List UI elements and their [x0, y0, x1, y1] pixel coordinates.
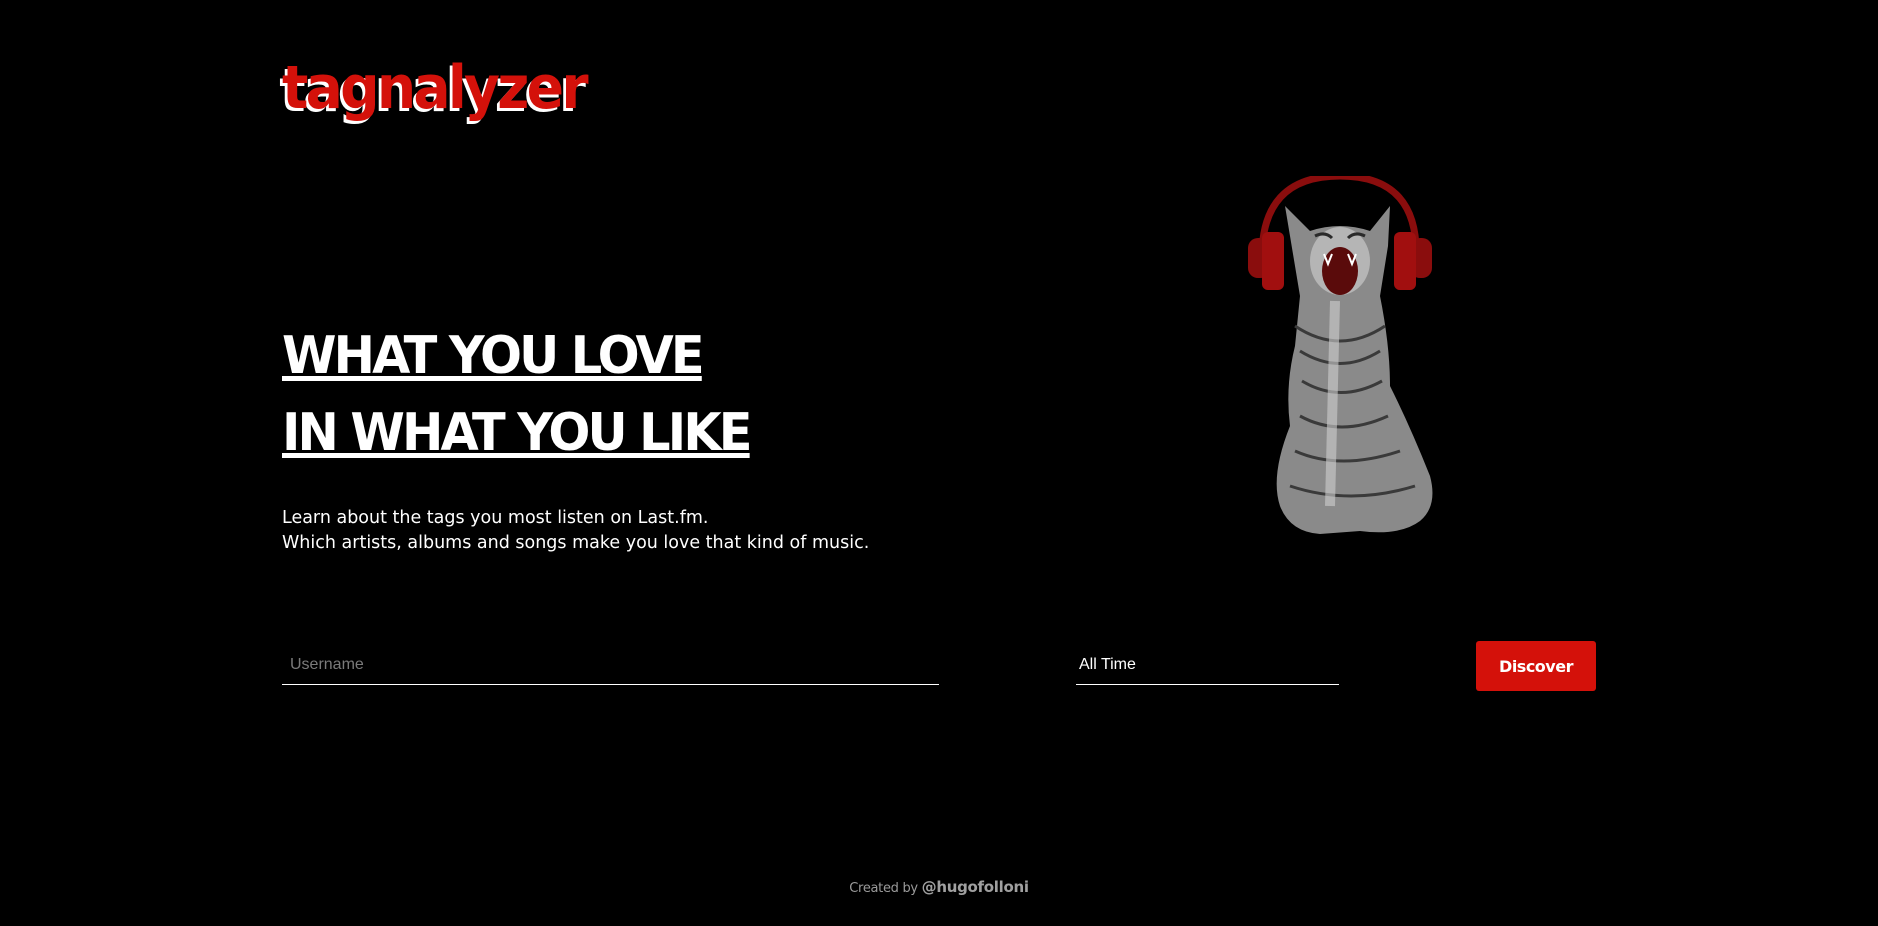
discover-button[interactable]: Discover	[1476, 641, 1596, 691]
page: tagnalyzer WHAT YOU LOVE IN WHAT YOU LIK…	[0, 0, 1878, 926]
period-selected-value[interactable]: All Time	[1076, 645, 1339, 684]
author-link[interactable]: @hugofolloni	[922, 878, 1029, 896]
logo[interactable]: tagnalyzer	[282, 58, 589, 118]
username-input[interactable]	[282, 645, 939, 684]
description-line-2: Which artists, albums and songs make you…	[282, 533, 870, 553]
description: Learn about the tags you most listen on …	[282, 506, 869, 556]
cat-with-headphones-icon	[1248, 176, 1433, 534]
username-field[interactable]	[282, 645, 939, 685]
footer-created-by: Created by	[849, 881, 918, 896]
headline-line-1: WHAT YOU LOVE	[282, 326, 705, 386]
headline: WHAT YOU LOVE IN WHAT YOU LIKE	[282, 318, 753, 472]
headline-line-2: IN WHAT YOU LIKE	[282, 403, 753, 463]
description-line-1: Learn about the tags you most listen on …	[282, 508, 709, 528]
period-select[interactable]: All Time	[1076, 645, 1339, 685]
footer: Created by @hugofolloni	[0, 878, 1878, 896]
